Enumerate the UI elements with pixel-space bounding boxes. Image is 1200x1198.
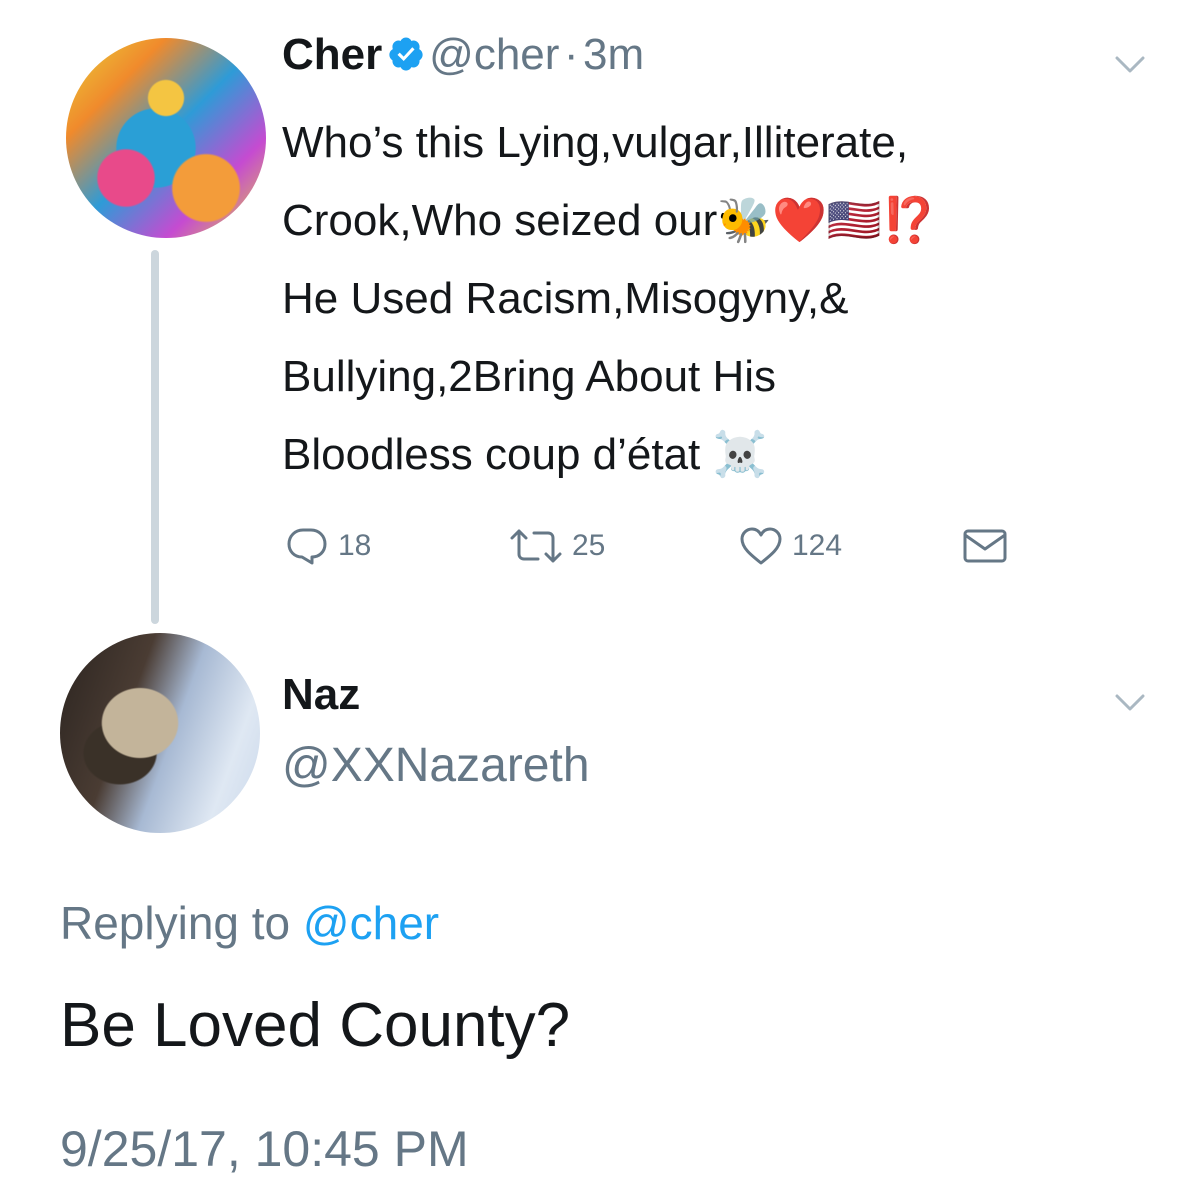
thread-connector-line — [151, 250, 159, 624]
tweet-line: Bloodless coup d’état ☠️ — [282, 430, 768, 479]
tweet-author-name[interactable]: Cher — [282, 30, 382, 79]
tweet-time-ago[interactable]: 3m — [583, 30, 644, 79]
reply-action-button[interactable]: 18 — [284, 524, 371, 568]
reply-body: Be Loved County? — [60, 991, 571, 1060]
tweet-body: Who’s this Lying,vulgar,Illiterate, Croo… — [282, 104, 1142, 494]
tweet-line: Crook,Who seized our🐝❤️🇺🇸⁉️ — [282, 196, 937, 245]
replying-to-label: Replying to — [60, 897, 291, 949]
reply-timestamp[interactable]: 9/25/17, 10:45 PM — [60, 1120, 469, 1178]
chevron-down-icon[interactable] — [1114, 54, 1146, 76]
tweet-line: Who’s this Lying,vulgar,Illiterate, — [282, 118, 909, 167]
tweet-line: He Used Racism,Misogyny,& — [282, 274, 849, 323]
reply-icon — [287, 528, 327, 565]
dm-action-button[interactable] — [962, 524, 1008, 568]
like-action-button[interactable]: 124 — [738, 524, 842, 568]
retweet-count: 25 — [572, 529, 606, 562]
naz-avatar[interactable] — [60, 633, 260, 833]
verified-badge-icon — [389, 37, 423, 71]
tweet-handle[interactable]: @cher — [429, 30, 559, 79]
envelope-icon — [963, 529, 1007, 563]
cher-avatar[interactable] — [66, 38, 266, 238]
reply-author-name[interactable]: Naz — [282, 670, 360, 720]
meta-separator: · — [563, 30, 579, 79]
replying-to-mention[interactable]: @cher — [303, 897, 439, 949]
retweet-action-button[interactable]: 25 — [508, 524, 605, 568]
like-count: 124 — [792, 529, 843, 562]
retweet-icon — [510, 529, 562, 563]
chevron-down-icon[interactable] — [1114, 692, 1146, 714]
tweet-header: Cher @cher · 3m — [282, 30, 644, 80]
reply-count: 18 — [338, 529, 372, 562]
reply-handle[interactable]: @XXNazareth — [282, 738, 590, 793]
replying-to-line: Replying to @cher — [60, 896, 439, 950]
tweet-line: Bullying,2Bring About His — [282, 352, 777, 401]
heart-icon — [740, 527, 782, 565]
